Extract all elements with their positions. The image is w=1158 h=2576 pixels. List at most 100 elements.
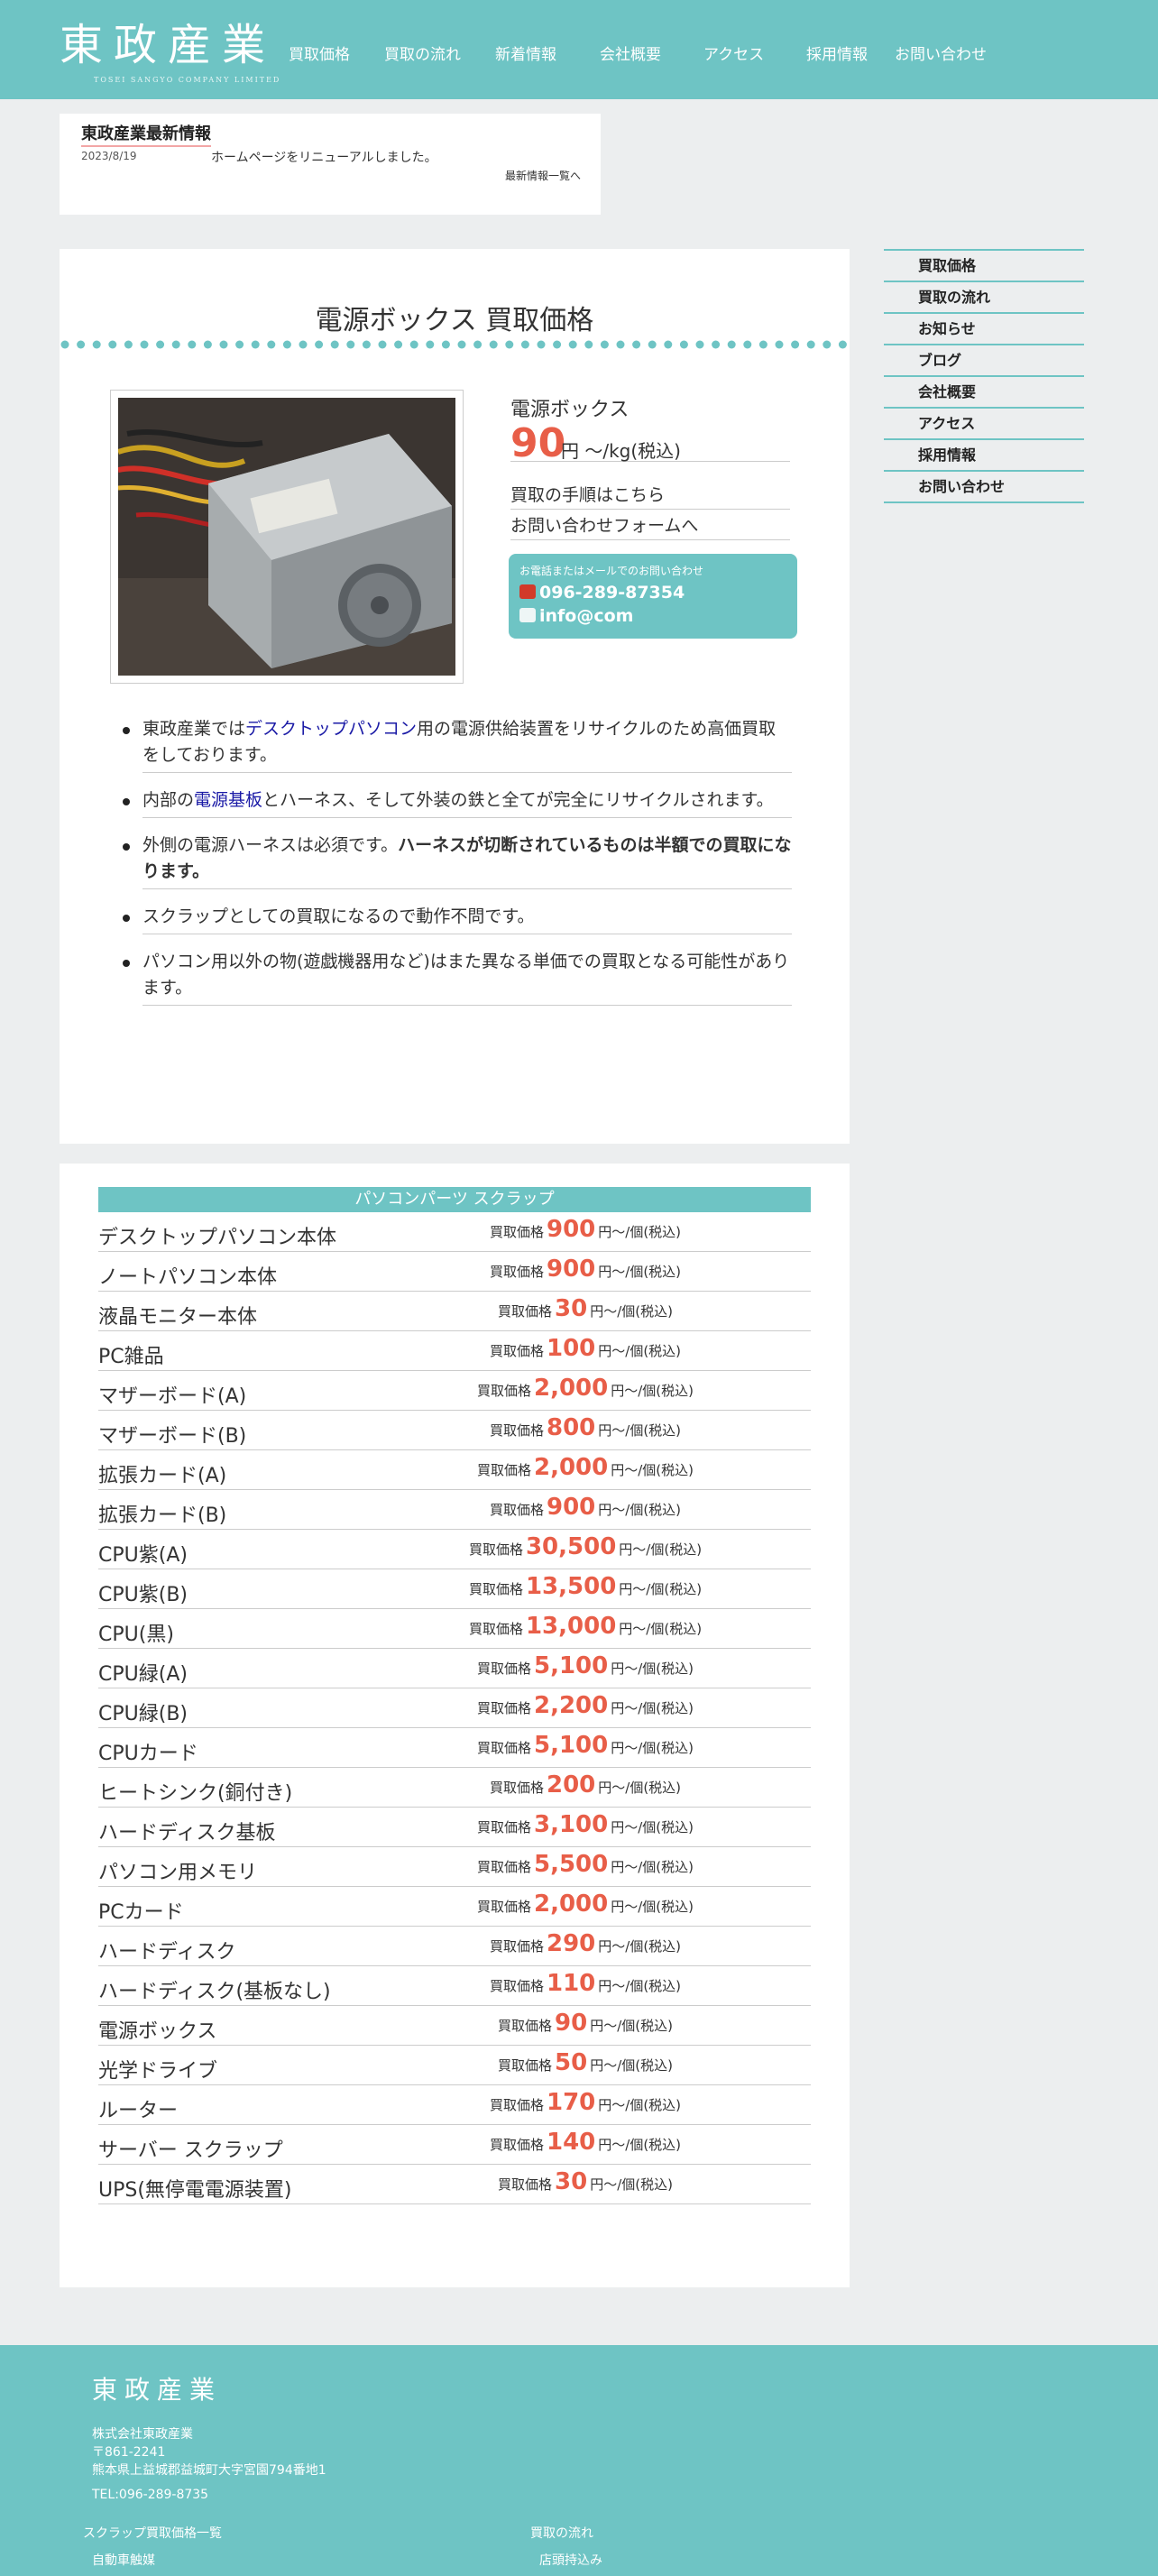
sidebar-item-notice[interactable]: お知らせ bbox=[884, 314, 1084, 345]
table-row: UPS(無停電電源装置) 買取価格 30 円～/個(税込) bbox=[98, 2165, 811, 2204]
sidebar-item-flow[interactable]: 買取の流れ bbox=[884, 282, 1084, 314]
news-more-link[interactable]: 最新情報一覧へ bbox=[505, 168, 581, 183]
item-name: CPU緑(B) bbox=[98, 1703, 188, 1725]
table-row: パソコン用メモリ 買取価格 5,500 円～/個(税込) bbox=[98, 1847, 811, 1887]
product-card: 電源ボックス 買取価格 電源ボックス 90 円 ～/kg(税込) 買取の手順はこ… bbox=[60, 249, 850, 1144]
item-name: ヒートシンク(銅付き) bbox=[98, 1782, 293, 1805]
item-price: 買取価格 2,000 円～/個(税込) bbox=[476, 1454, 694, 1481]
nav-item-company[interactable]: 会社概要 bbox=[600, 41, 661, 64]
table-row: 光学ドライブ 買取価格 50 円～/個(税込) bbox=[98, 2046, 811, 2085]
table-row: CPU緑(A) 買取価格 5,100 円～/個(税込) bbox=[98, 1649, 811, 1688]
item-name: ハードディスク bbox=[98, 1941, 236, 1964]
item-price: 買取価格 50 円～/個(税込) bbox=[498, 2049, 673, 2076]
mail-icon bbox=[519, 608, 536, 622]
item-price: 買取価格 3,100 円～/個(税込) bbox=[476, 1811, 694, 1838]
desktop-pc-link[interactable]: デスクトップパソコン bbox=[245, 719, 417, 739]
item-name: CPU緑(A) bbox=[98, 1663, 188, 1686]
contact-lead: お電話またはメールでのお問い合わせ bbox=[519, 565, 704, 577]
item-name: CPU(黒) bbox=[98, 1624, 174, 1646]
product-name: 電源ボックス bbox=[510, 399, 630, 421]
sidebar-menu: 買取価格 買取の流れ お知らせ ブログ 会社概要 アクセス 採用情報 お問い合わ… bbox=[884, 249, 1084, 503]
nav-item-news[interactable]: 新着情報 bbox=[495, 41, 556, 64]
power-board-link[interactable]: 電源基板 bbox=[194, 790, 262, 810]
note-item: パソコン用以外の物(遊戯機器用など)はまた異なる単価での買取となる可能性がありま… bbox=[123, 949, 792, 1006]
item-price: 買取価格 290 円～/個(税込) bbox=[489, 1930, 682, 1957]
table-row: CPU(黒) 買取価格 13,000 円～/個(税込) bbox=[98, 1609, 811, 1649]
page-title: 電源ボックス 買取価格 bbox=[315, 305, 594, 336]
footer-link-store[interactable]: 店頭持込み bbox=[539, 2551, 602, 2569]
sidebar-item-company[interactable]: 会社概要 bbox=[884, 377, 1084, 409]
nav-item-contact[interactable]: お問い合わせ bbox=[895, 41, 987, 64]
item-name: デスクトップパソコン本体 bbox=[98, 1227, 337, 1249]
footer-link-flow[interactable]: 買取の流れ bbox=[530, 2524, 593, 2542]
item-name: ハードディスク基板 bbox=[98, 1822, 276, 1845]
note-item: スクラップとしての買取になるので動作不問です。 bbox=[123, 904, 792, 934]
item-price: 買取価格 2,000 円～/個(税込) bbox=[476, 1375, 694, 1402]
sidebar-item-prices[interactable]: 買取価格 bbox=[884, 251, 1084, 282]
product-photo bbox=[118, 398, 455, 676]
item-price: 買取価格 200 円～/個(税込) bbox=[489, 1771, 682, 1799]
item-name: CPUカード bbox=[98, 1743, 198, 1765]
table-row: ノートパソコン本体 買取価格 900 円～/個(税込) bbox=[98, 1252, 811, 1292]
footer-link-scrap-prices[interactable]: スクラップ買取価格一覧 bbox=[83, 2524, 222, 2542]
item-name: PC雑品 bbox=[98, 1346, 164, 1368]
item-name: UPS(無停電電源装置) bbox=[98, 2179, 292, 2202]
item-name: PCカード bbox=[98, 1901, 184, 1924]
item-name: マザーボード(A) bbox=[98, 1385, 247, 1408]
footer-company: 株式会社東政産業 bbox=[92, 2427, 193, 2442]
purchase-steps-link[interactable]: 買取の手順はこちら bbox=[510, 482, 790, 510]
nav-item-recruit[interactable]: 採用情報 bbox=[806, 41, 868, 64]
news-item-link[interactable]: ホームページをリニューアルしました。 bbox=[211, 148, 437, 166]
item-price: 買取価格 30,500 円～/個(税込) bbox=[468, 1533, 703, 1560]
product-price-row: 90 円 ～/kg(税込) bbox=[510, 420, 790, 466]
table-row: PCカード 買取価格 2,000 円～/個(税込) bbox=[98, 1887, 811, 1927]
item-price: 買取価格 900 円～/個(税込) bbox=[489, 1216, 682, 1243]
contact-email[interactable]: info@com bbox=[519, 606, 633, 626]
sidebar-item-contact[interactable]: お問い合わせ bbox=[884, 472, 1084, 503]
item-price: 買取価格 100 円～/個(税込) bbox=[489, 1335, 682, 1362]
news-box: 東政産業最新情報 2023/8/19 ホームページをリニューアルしました。 最新… bbox=[60, 114, 601, 215]
item-name: 拡張カード(A) bbox=[98, 1465, 227, 1487]
table-row: 液晶モニター本体 買取価格 30 円～/個(税込) bbox=[98, 1292, 811, 1331]
item-name: サーバー スクラップ bbox=[98, 2139, 283, 2162]
item-price: 買取価格 2,000 円～/個(税込) bbox=[476, 1891, 694, 1918]
table-row: 電源ボックス 買取価格 90 円～/個(税込) bbox=[98, 2006, 811, 2046]
site-logo-subtitle: TOSEI SANGYO COMPANY LIMITED bbox=[94, 76, 281, 84]
product-price: 90 bbox=[510, 420, 566, 466]
sidebar-item-recruit[interactable]: 採用情報 bbox=[884, 440, 1084, 472]
table-row: ハードディスク 買取価格 290 円～/個(税込) bbox=[98, 1927, 811, 1966]
sidebar-item-access[interactable]: アクセス bbox=[884, 409, 1084, 440]
note-item: 内部の電源基板とハーネス、そして外装の鉄と全てが完全にリサイクルされます。 bbox=[123, 787, 792, 818]
contact-form-link[interactable]: お問い合わせフォームへ bbox=[510, 512, 790, 540]
item-price: 買取価格 170 円～/個(税込) bbox=[489, 2089, 682, 2116]
item-price: 買取価格 900 円～/個(税込) bbox=[489, 1256, 682, 1283]
product-price-unit: 円 ～/kg(税込) bbox=[561, 440, 681, 462]
contact-phone[interactable]: 096-289-87354 bbox=[519, 583, 685, 603]
sidebar-item-blog[interactable]: ブログ bbox=[884, 345, 1084, 377]
table-row: CPUカード 買取価格 5,100 円～/個(税込) bbox=[98, 1728, 811, 1768]
table-row: CPU緑(B) 買取価格 2,200 円～/個(税込) bbox=[98, 1688, 811, 1728]
price-table: デスクトップパソコン本体 買取価格 900 円～/個(税込) ノートパソコン本体 買取価格… bbox=[98, 1212, 811, 2204]
price-table-heading: パソコンパーツ スクラップ bbox=[98, 1187, 811, 1212]
item-price: 買取価格 30 円～/個(税込) bbox=[498, 2168, 673, 2195]
product-notes: 東政産業ではデスクトップパソコン用の電源供給装置をリサイクルのため高価買取をして… bbox=[123, 716, 855, 1020]
item-name: 電源ボックス bbox=[98, 2020, 217, 2043]
table-row: サーバー スクラップ 買取価格 140 円～/個(税込) bbox=[98, 2125, 811, 2165]
phone-icon bbox=[519, 584, 536, 599]
table-row: ハードディスク(基板なし) 買取価格 110 円～/個(税込) bbox=[98, 1966, 811, 2006]
nav-item-prices[interactable]: 買取価格 bbox=[289, 41, 350, 64]
footer-link-catalyst[interactable]: 自動車触媒 bbox=[92, 2551, 155, 2569]
site-footer: 東政産業 株式会社東政産業 〒861-2241 熊本県上益城郡益城町大字宮園79… bbox=[0, 2345, 1158, 2576]
footer-tel[interactable]: TEL:096-289-8735 bbox=[92, 2488, 208, 2502]
item-price: 買取価格 110 円～/個(税込) bbox=[489, 1970, 682, 1997]
table-row: マザーボード(A) 買取価格 2,000 円～/個(税込) bbox=[98, 1371, 811, 1411]
dotted-divider bbox=[60, 340, 847, 349]
site-logo[interactable]: 東政産業 bbox=[60, 20, 276, 70]
item-name: CPU紫(A) bbox=[98, 1544, 188, 1567]
item-price: 買取価格 900 円～/個(税込) bbox=[489, 1494, 682, 1521]
nav-item-access[interactable]: アクセス bbox=[703, 41, 764, 64]
table-row: 拡張カード(A) 買取価格 2,000 円～/個(税込) bbox=[98, 1450, 811, 1490]
nav-item-flow[interactable]: 買取の流れ bbox=[384, 41, 461, 64]
note-item: 東政産業ではデスクトップパソコン用の電源供給装置をリサイクルのため高価買取をして… bbox=[123, 716, 792, 773]
footer-logo[interactable]: 東政産業 bbox=[92, 2370, 222, 2406]
